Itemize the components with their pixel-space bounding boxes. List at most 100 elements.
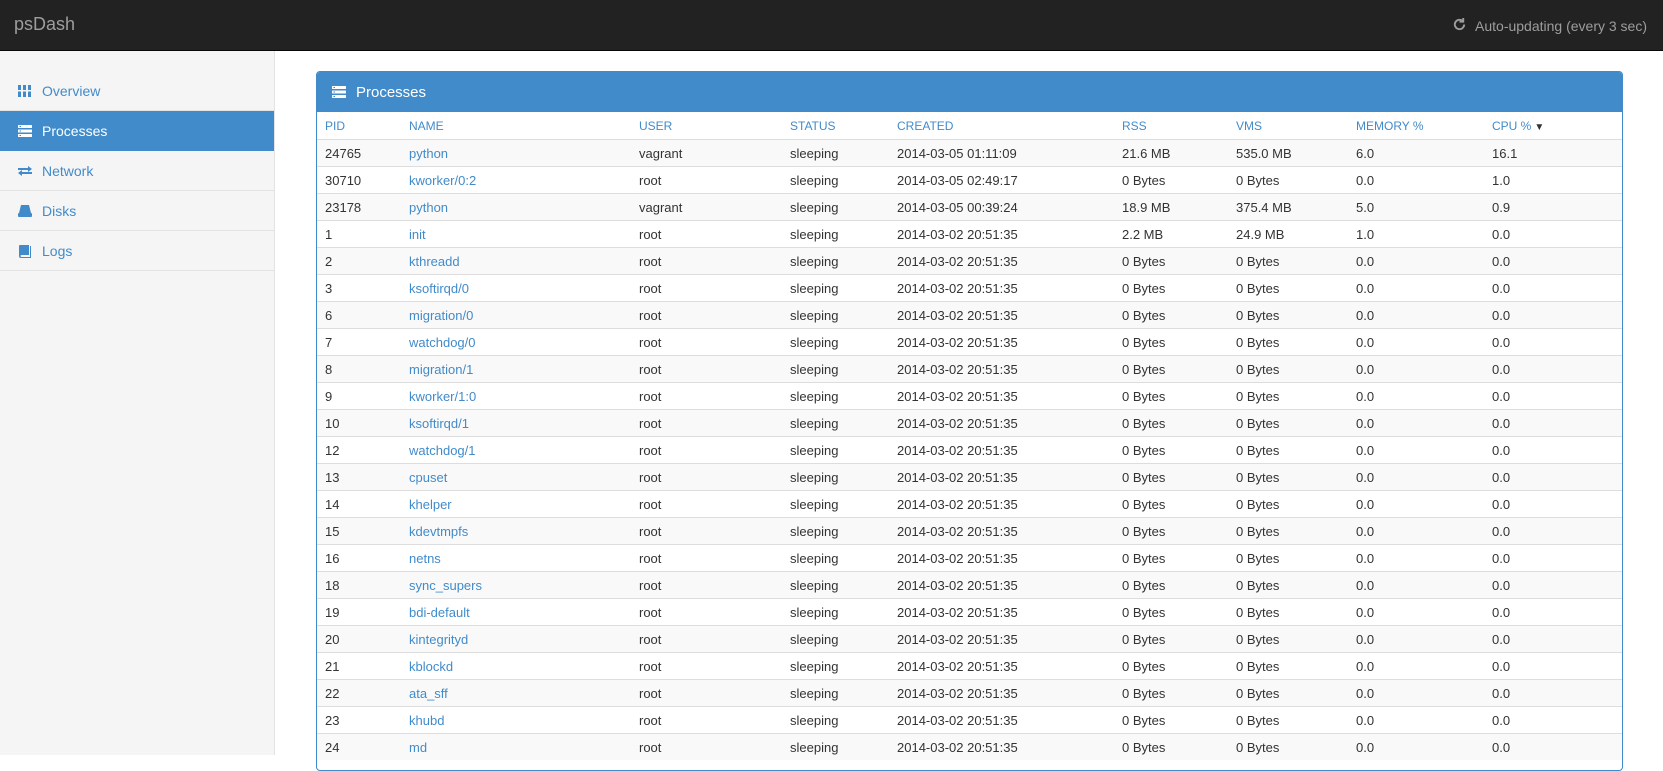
table-cell: 6.0 bbox=[1348, 139, 1484, 167]
sidebar-item-network[interactable]: Network bbox=[0, 151, 274, 191]
table-cell: kworker/1:0 bbox=[401, 382, 631, 410]
process-name-link[interactable]: bdi-default bbox=[409, 605, 470, 620]
process-name-link[interactable]: kdevtmpfs bbox=[409, 524, 468, 539]
sidebar-item-processes[interactable]: Processes bbox=[0, 111, 274, 151]
table-cell: 0.0 bbox=[1484, 679, 1622, 707]
process-name-link[interactable]: kworker/1:0 bbox=[409, 389, 476, 404]
table-row: 23 khubd root sleeping 2014-03-02 20:51:35 0 … bbox=[317, 706, 1622, 734]
table-cell: 13 bbox=[317, 463, 401, 491]
table-cell: sleeping bbox=[782, 382, 889, 410]
table-cell: kworker/0:2 bbox=[401, 166, 631, 194]
top-navbar: psDash Auto-updating (every 3 sec) bbox=[0, 0, 1663, 51]
sidebar-item-label: Overview bbox=[42, 82, 101, 99]
table-cell: 2014-03-02 20:51:35 bbox=[889, 220, 1114, 248]
table-cell: 2014-03-02 20:51:35 bbox=[889, 544, 1114, 572]
process-name-link[interactable]: kthreadd bbox=[409, 254, 460, 269]
table-cell: 0.0 bbox=[1484, 544, 1622, 572]
table-cell: 0.0 bbox=[1348, 679, 1484, 707]
process-name-link[interactable]: init bbox=[409, 227, 426, 242]
process-name-link[interactable]: watchdog/0 bbox=[409, 335, 476, 350]
process-name-link[interactable]: sync_supers bbox=[409, 578, 482, 593]
table-cell: 2 bbox=[317, 247, 401, 275]
table-row: 10 ksoftirqd/1 root sleeping 2014-03-02 20:5… bbox=[317, 409, 1622, 437]
table-cell: 0 Bytes bbox=[1228, 598, 1348, 626]
table-cell: 0 Bytes bbox=[1114, 409, 1228, 437]
brand-logo[interactable]: psDash bbox=[14, 14, 75, 35]
process-name-link[interactable]: python bbox=[409, 146, 448, 161]
table-cell: 1.0 bbox=[1484, 166, 1622, 194]
table-cell: 2014-03-02 20:51:35 bbox=[889, 517, 1114, 545]
column-header-name[interactable]: NAME bbox=[401, 112, 631, 140]
table-cell: sleeping bbox=[782, 328, 889, 356]
table-cell: 30710 bbox=[317, 166, 401, 194]
column-header-label: RSS bbox=[1122, 118, 1147, 133]
table-cell: 0.0 bbox=[1484, 598, 1622, 626]
process-name-link[interactable]: ata_sff bbox=[409, 686, 448, 701]
table-cell: 0 Bytes bbox=[1114, 274, 1228, 302]
column-header-cpu[interactable]: CPU % ▼ bbox=[1484, 112, 1622, 140]
table-cell: kthreadd bbox=[401, 247, 631, 275]
table-cell: 2014-03-02 20:51:35 bbox=[889, 652, 1114, 680]
table-cell: 0.0 bbox=[1348, 436, 1484, 464]
process-name-link[interactable]: kworker/0:2 bbox=[409, 173, 476, 188]
table-cell: sleeping bbox=[782, 679, 889, 707]
column-header-memory[interactable]: MEMORY % bbox=[1348, 112, 1484, 140]
column-header-rss[interactable]: RSS bbox=[1114, 112, 1228, 140]
process-name-link[interactable]: python bbox=[409, 200, 448, 215]
table-cell: 375.4 MB bbox=[1228, 193, 1348, 221]
table-row: 15 kdevtmpfs root sleeping 2014-03-02 20:51:… bbox=[317, 517, 1622, 545]
column-header-created[interactable]: CREATED bbox=[889, 112, 1114, 140]
table-cell: 1 bbox=[317, 220, 401, 248]
process-name-link[interactable]: md bbox=[409, 740, 427, 755]
column-header-pid[interactable]: PID bbox=[317, 112, 401, 140]
process-name-link[interactable]: ksoftirqd/1 bbox=[409, 416, 469, 431]
table-cell: 0 Bytes bbox=[1114, 301, 1228, 329]
sidebar-item-disks[interactable]: Disks bbox=[0, 191, 274, 231]
table-cell: 0.0 bbox=[1348, 706, 1484, 734]
table-cell: 2014-03-02 20:51:35 bbox=[889, 247, 1114, 275]
column-header-vms[interactable]: VMS bbox=[1228, 112, 1348, 140]
process-name-link[interactable]: netns bbox=[409, 551, 441, 566]
process-name-link[interactable]: watchdog/1 bbox=[409, 443, 476, 458]
table-cell: 0.0 bbox=[1484, 409, 1622, 437]
table-cell: 0.0 bbox=[1484, 463, 1622, 491]
table-cell: 0 Bytes bbox=[1114, 382, 1228, 410]
table-row: 20 kintegrityd root sleeping 2014-03-02 20:5… bbox=[317, 625, 1622, 653]
table-cell: 2014-03-05 01:11:09 bbox=[889, 139, 1114, 167]
table-cell: 0.0 bbox=[1484, 382, 1622, 410]
table-cell: sleeping bbox=[782, 355, 889, 383]
column-header-user[interactable]: USER bbox=[631, 112, 782, 140]
process-name-link[interactable]: khelper bbox=[409, 497, 452, 512]
table-cell: 0.0 bbox=[1484, 652, 1622, 680]
process-name-link[interactable]: cpuset bbox=[409, 470, 447, 485]
table-cell: 2014-03-05 02:49:17 bbox=[889, 166, 1114, 194]
table-cell: cpuset bbox=[401, 463, 631, 491]
table-cell: 18 bbox=[317, 571, 401, 599]
book-icon bbox=[18, 244, 32, 258]
table-cell: 0 Bytes bbox=[1228, 625, 1348, 653]
table-cell: sleeping bbox=[782, 517, 889, 545]
process-name-link[interactable]: kblockd bbox=[409, 659, 453, 674]
process-name-link[interactable]: kintegrityd bbox=[409, 632, 468, 647]
process-name-link[interactable]: ksoftirqd/0 bbox=[409, 281, 469, 296]
table-cell: 0.0 bbox=[1348, 517, 1484, 545]
table-cell: migration/1 bbox=[401, 355, 631, 383]
process-name-link[interactable]: khubd bbox=[409, 713, 444, 728]
process-name-link[interactable]: migration/1 bbox=[409, 362, 473, 377]
sidebar-item-logs[interactable]: Logs bbox=[0, 231, 274, 271]
column-header-status[interactable]: STATUS bbox=[782, 112, 889, 140]
table-cell: sleeping bbox=[782, 625, 889, 653]
table-header-row: PID NAME USER STATUS CREATED RSS VMS MEMORY % CP… bbox=[317, 112, 1622, 140]
chevron-down-icon: ▼ bbox=[1534, 121, 1545, 133]
table-cell: 2014-03-02 20:51:35 bbox=[889, 598, 1114, 626]
sidebar-item-overview[interactable]: Overview bbox=[0, 71, 274, 111]
table-cell: 0 Bytes bbox=[1228, 328, 1348, 356]
table-cell: 0 Bytes bbox=[1228, 706, 1348, 734]
table-cell: 0 Bytes bbox=[1114, 625, 1228, 653]
table-cell: 0.0 bbox=[1484, 301, 1622, 329]
process-name-link[interactable]: migration/0 bbox=[409, 308, 473, 323]
table-body: 24765 python vagrant sleeping 2014-03-05 01:… bbox=[317, 139, 1622, 760]
table-cell: 9 bbox=[317, 382, 401, 410]
processes-panel: Processes PID NAME USER STATUS CREATED RSS VMS… bbox=[316, 71, 1623, 771]
table-cell: 0.0 bbox=[1348, 328, 1484, 356]
